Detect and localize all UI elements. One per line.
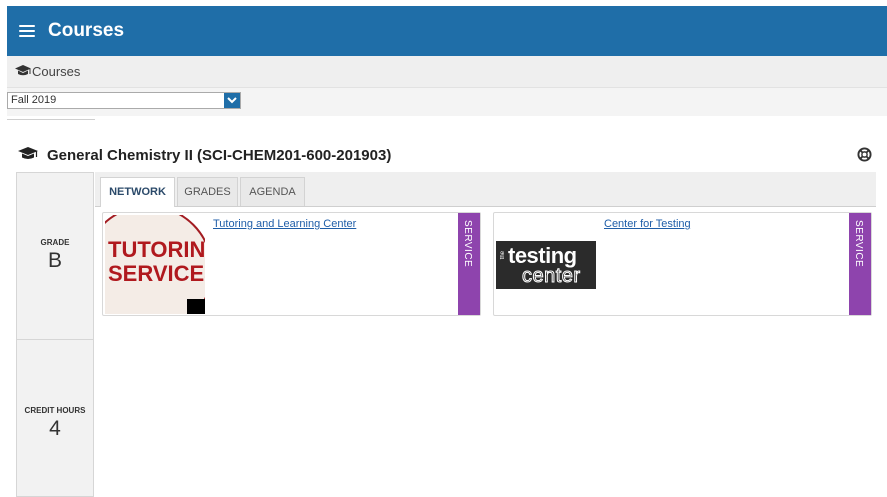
- graduation-cap-icon: [17, 146, 39, 165]
- divider: [7, 119, 95, 120]
- course-title: General Chemistry II (SCI-CHEM201-600-20…: [47, 147, 392, 164]
- course-content: NETWORK GRADES AGENDA TUTORING SERVICES …: [95, 172, 876, 497]
- course-stats-panel: GRADE B CREDIT HOURS 4: [16, 172, 94, 497]
- service-card-link[interactable]: Center for Testing: [604, 218, 691, 230]
- grade-label: GRADE: [40, 238, 70, 247]
- testing-center-logo: the testing center: [496, 215, 596, 314]
- credit-hours-label: CREDIT HOURS: [24, 406, 86, 415]
- term-select-value: Fall 2019: [11, 94, 57, 106]
- chevron-down-icon[interactable]: [224, 93, 240, 108]
- tab-grades[interactable]: GRADES: [177, 177, 238, 206]
- grade-value: B: [47, 249, 62, 272]
- divider: [17, 339, 93, 340]
- graduation-cap-icon: [14, 64, 32, 80]
- credit-hours-value: 4: [49, 417, 61, 440]
- hamburger-icon[interactable]: [19, 25, 35, 37]
- page-title: Courses: [48, 20, 125, 41]
- term-select-row: Fall 2019: [7, 88, 887, 116]
- lifebuoy-icon[interactable]: [857, 147, 872, 167]
- service-badge: SERVICE: [458, 213, 480, 315]
- service-badge: SERVICE: [849, 213, 871, 315]
- tutoring-services-logo: TUTORING SERVICES: [105, 215, 205, 314]
- term-select[interactable]: Fall 2019: [7, 92, 241, 109]
- service-card: the testing center Center for Testing SE…: [493, 212, 872, 316]
- breadcrumb: Courses: [7, 56, 887, 88]
- tab-bar: NETWORK GRADES AGENDA: [95, 172, 876, 207]
- app-header: Courses: [7, 6, 887, 56]
- service-card-link[interactable]: Tutoring and Learning Center: [213, 218, 356, 230]
- tab-network[interactable]: NETWORK: [100, 177, 175, 207]
- service-card: TUTORING SERVICES Tutoring and Learning …: [102, 212, 481, 316]
- breadcrumb-item-courses[interactable]: Courses: [32, 64, 80, 79]
- course-heading: General Chemistry II (SCI-CHEM201-600-20…: [17, 146, 391, 165]
- tab-agenda[interactable]: AGENDA: [240, 177, 305, 206]
